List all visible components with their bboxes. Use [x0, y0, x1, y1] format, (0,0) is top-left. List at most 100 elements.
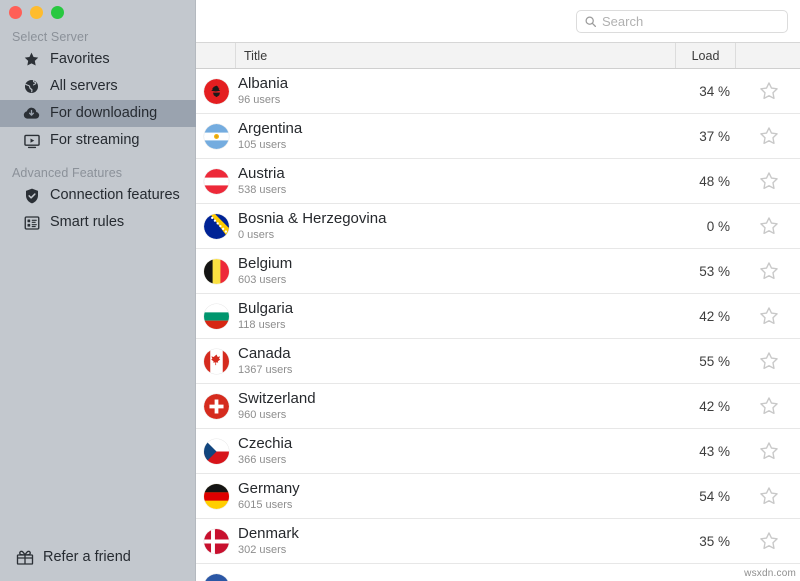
- flag-cell: [196, 483, 236, 509]
- favorite-toggle[interactable]: [738, 395, 800, 417]
- user-count: 6015 users: [238, 498, 293, 511]
- sidebar-section-label-advanced-features: Advanced Features: [12, 166, 123, 180]
- sidebar-item-label: Smart rules: [50, 214, 125, 231]
- main-panel: Title Load Albania 96 users 34 %: [196, 0, 800, 581]
- close-button[interactable]: [9, 6, 22, 19]
- sidebar-item-for-downloading[interactable]: For downloading: [0, 100, 196, 127]
- favorite-toggle[interactable]: [738, 215, 800, 237]
- column-header-favorite: [736, 43, 800, 68]
- load-value: 42 %: [699, 308, 730, 324]
- table-row[interactable]: Albania 96 users 34 %: [196, 69, 800, 114]
- load-value: 42 %: [699, 398, 730, 414]
- server-name-cell: Germany 6015 users: [236, 481, 676, 511]
- table-row[interactable]: Belgium 603 users 53 %: [196, 249, 800, 294]
- country-name: Bulgaria: [238, 300, 294, 318]
- load-value: 53 %: [699, 263, 730, 279]
- favorite-toggle[interactable]: [738, 440, 800, 462]
- load-value: 37 %: [699, 128, 730, 144]
- sidebar-item-favorites[interactable]: Favorites: [0, 46, 196, 73]
- user-count: 960 users: [238, 408, 287, 421]
- table-row[interactable]: Switzerland 960 users 42 %: [196, 384, 800, 429]
- globe-icon: [22, 77, 41, 96]
- table-row[interactable]: Argentina 105 users 37 %: [196, 114, 800, 159]
- load-value: 48 %: [699, 173, 730, 189]
- star-outline-icon: [760, 487, 778, 505]
- user-count: 1367 users: [238, 363, 293, 376]
- country-name: Albania: [238, 75, 289, 93]
- table-header: Title Load: [196, 42, 800, 69]
- server-name-cell: Albania 96 users: [236, 76, 676, 106]
- table-row[interactable]: Germany 6015 users 54 %: [196, 474, 800, 519]
- user-count: 118 users: [238, 318, 286, 331]
- flag-cell: [196, 348, 236, 374]
- table-row[interactable]: Bosnia & Herzegovina 0 users 0 %: [196, 204, 800, 249]
- favorite-toggle[interactable]: [738, 485, 800, 507]
- sidebar-item-label: For streaming: [50, 132, 140, 149]
- refer-a-friend-label: Refer a friend: [43, 548, 131, 565]
- sidebar-item-all-servers[interactable]: All servers: [0, 73, 196, 100]
- star-outline-icon: [760, 127, 778, 145]
- minimize-button[interactable]: [30, 6, 43, 19]
- search-box[interactable]: [576, 9, 788, 33]
- table-row[interactable]: [196, 564, 800, 581]
- flag-austria-icon: [203, 168, 229, 194]
- favorite-toggle[interactable]: [738, 80, 800, 102]
- favorite-toggle[interactable]: [738, 305, 800, 327]
- table-row[interactable]: Bulgaria 118 users 42 %: [196, 294, 800, 339]
- star-outline-icon: [760, 262, 778, 280]
- load-value: 55 %: [699, 353, 730, 369]
- sidebar-nav-advanced: Connection features Smart rules: [0, 182, 196, 236]
- country-name: Canada: [238, 345, 291, 363]
- table-row[interactable]: Czechia 366 users 43 %: [196, 429, 800, 474]
- favorite-toggle[interactable]: [738, 170, 800, 192]
- sidebar-item-for-streaming[interactable]: For streaming: [0, 127, 196, 154]
- server-name-cell: Switzerland 960 users: [236, 391, 676, 421]
- flag-cell: [196, 168, 236, 194]
- flag-bosnia-herzegovina-icon: [203, 213, 229, 239]
- server-name-cell: Bulgaria 118 users: [236, 301, 676, 331]
- server-name-cell: Argentina 105 users: [236, 121, 676, 151]
- table-row[interactable]: Canada 1367 users 55 %: [196, 339, 800, 384]
- country-name: Bosnia & Herzegovina: [238, 210, 387, 228]
- favorite-toggle[interactable]: [738, 350, 800, 372]
- favorite-toggle[interactable]: [738, 125, 800, 147]
- refer-a-friend-button[interactable]: Refer a friend: [0, 546, 196, 567]
- country-name: Germany: [238, 480, 300, 498]
- sidebar-item-connection-features[interactable]: Connection features: [0, 182, 196, 209]
- favorite-toggle[interactable]: [738, 530, 800, 552]
- search-input[interactable]: [602, 13, 780, 29]
- country-name: Switzerland: [238, 390, 316, 408]
- load-value: 43 %: [699, 443, 730, 459]
- table-row[interactable]: Denmark 302 users 35 %: [196, 519, 800, 564]
- column-header-title[interactable]: Title: [236, 43, 676, 68]
- server-name-cell: Austria 538 users: [236, 166, 676, 196]
- star-outline-icon: [760, 217, 778, 235]
- flag-switzerland-icon: [203, 393, 229, 419]
- gift-icon: [14, 546, 35, 567]
- server-list[interactable]: Albania 96 users 34 % Argentina 105 user: [196, 69, 800, 581]
- table-row[interactable]: Austria 538 users 48 %: [196, 159, 800, 204]
- shield-check-icon: [22, 186, 41, 205]
- flag-cell: [196, 123, 236, 149]
- user-count: 538 users: [238, 183, 287, 196]
- star-outline-icon: [760, 352, 778, 370]
- sidebar: Select Server Favorites All servers For …: [0, 0, 196, 581]
- flag-cell: [196, 393, 236, 419]
- user-count: 0 users: [238, 228, 275, 241]
- load-value: 0 %: [706, 218, 730, 234]
- user-count: 603 users: [238, 273, 287, 286]
- server-name-cell: Czechia 366 users: [236, 436, 676, 466]
- flag-cell: [196, 78, 236, 104]
- sidebar-item-smart-rules[interactable]: Smart rules: [0, 209, 196, 236]
- star-icon: [22, 50, 41, 69]
- star-outline-icon: [760, 442, 778, 460]
- star-outline-icon: [760, 82, 778, 100]
- column-header-load[interactable]: Load: [676, 43, 736, 68]
- server-name-cell: Belgium 603 users: [236, 256, 676, 286]
- toolbar: [196, 0, 800, 42]
- flag-canada-icon: [203, 348, 229, 374]
- favorite-toggle[interactable]: [738, 260, 800, 282]
- app-window: Select Server Favorites All servers For …: [0, 0, 800, 581]
- flag-czechia-icon: [203, 438, 229, 464]
- zoom-button[interactable]: [51, 6, 64, 19]
